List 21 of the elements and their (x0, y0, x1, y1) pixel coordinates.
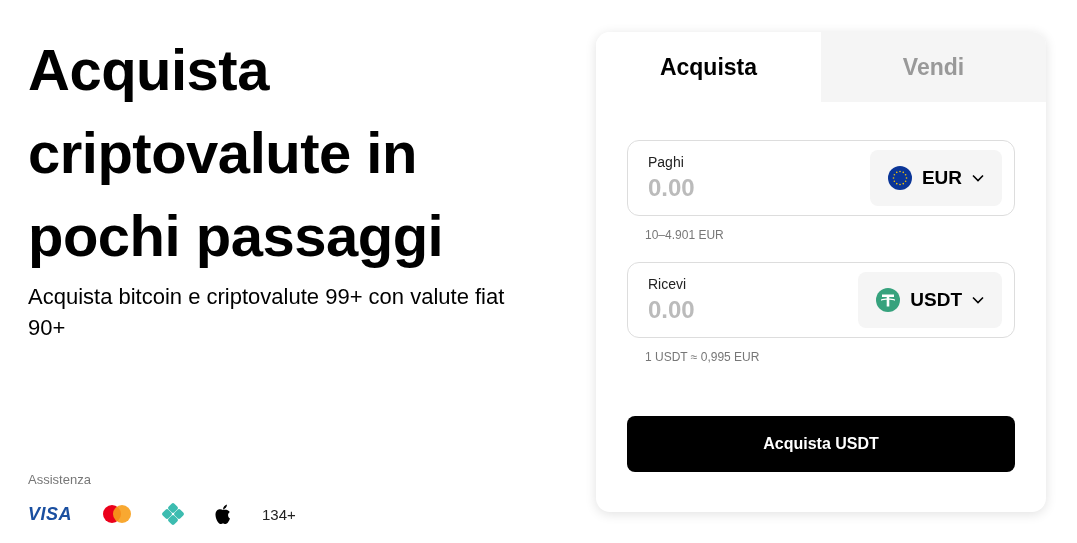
visa-logo: VISA (28, 503, 72, 525)
field-hint: 1 USDT ≈ 0,995 EUR (645, 350, 761, 364)
chevron-down-icon (972, 296, 984, 304)
amount-field[interactable]: Paghi 0.00 EUR (627, 140, 1015, 216)
diamond-icon (162, 503, 184, 525)
support-label: Assistenza (28, 472, 92, 487)
buy-button[interactable]: Acquista USDT (627, 416, 1015, 472)
field-label: Ricevi (648, 276, 688, 292)
mastercard-icon (102, 504, 132, 524)
amount-field[interactable]: Ricevi 0.00 USDT (627, 262, 1015, 338)
hero-title: Acquista criptovalute in pochi passaggi (28, 36, 445, 270)
tether-icon (876, 288, 901, 312)
more-methods-count: 134+ (262, 505, 296, 523)
chevron-down-icon (972, 174, 984, 182)
currency-select[interactable]: USDT (858, 272, 1002, 328)
euro-flag-icon (887, 166, 912, 190)
field-label: Paghi (648, 154, 685, 170)
apple-icon (214, 503, 232, 525)
hero-subtitle: Acquista bitcoin e criptovalute 99+ con valute fiat 90+ (28, 283, 506, 342)
currency-select[interactable]: EUR (869, 150, 1002, 206)
field-hint: 10–4.901 EUR (645, 228, 725, 242)
